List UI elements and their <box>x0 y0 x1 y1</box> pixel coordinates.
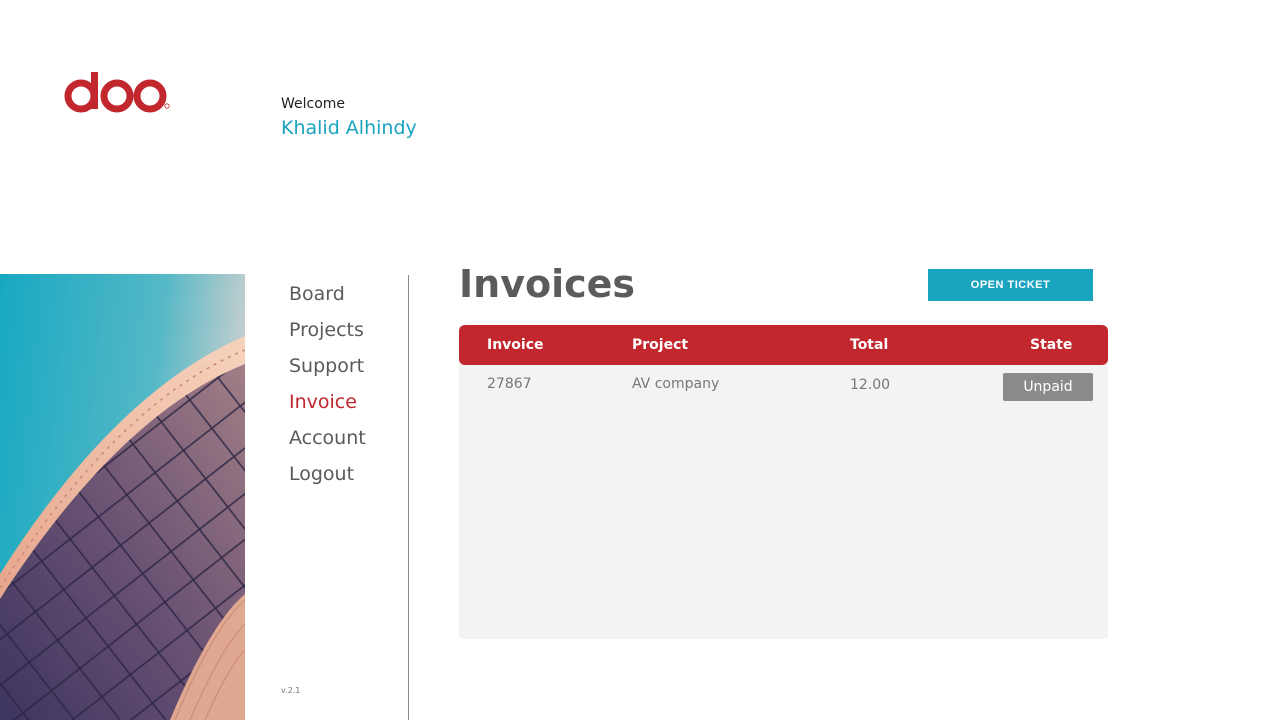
open-ticket-button[interactable]: OPEN TICKET <box>928 269 1093 301</box>
invoice-total: 12.00 <box>850 377 891 393</box>
version-label: v.2.1 <box>281 686 301 695</box>
doo-logo <box>64 72 170 113</box>
nav-item-support[interactable]: Support <box>289 348 366 384</box>
status-badge: Unpaid <box>1003 373 1093 401</box>
sidebar-divider <box>408 275 409 720</box>
user-name: Khalid Alhindy <box>281 117 417 139</box>
nav-item-logout[interactable]: Logout <box>289 456 366 492</box>
invoice-table: Invoice Project Total State 27867 AV com… <box>459 325 1108 639</box>
hero-image <box>0 274 245 720</box>
column-header-invoice: Invoice <box>487 337 544 353</box>
column-header-project: Project <box>632 337 689 353</box>
nav-item-board[interactable]: Board <box>289 276 366 312</box>
sidebar-nav: Board Projects Support Invoice Account L… <box>289 276 366 492</box>
column-header-total: Total <box>850 337 889 353</box>
page-title: Invoices <box>459 262 636 306</box>
nav-item-invoice[interactable]: Invoice <box>289 384 366 420</box>
nav-item-projects[interactable]: Projects <box>289 312 366 348</box>
column-header-state: State <box>1030 337 1073 353</box>
welcome-label: Welcome <box>281 96 346 112</box>
project-name: AV company <box>632 376 720 392</box>
nav-item-account[interactable]: Account <box>289 420 366 456</box>
table-header: Invoice Project Total State <box>459 325 1108 365</box>
invoice-number: 27867 <box>487 376 532 392</box>
